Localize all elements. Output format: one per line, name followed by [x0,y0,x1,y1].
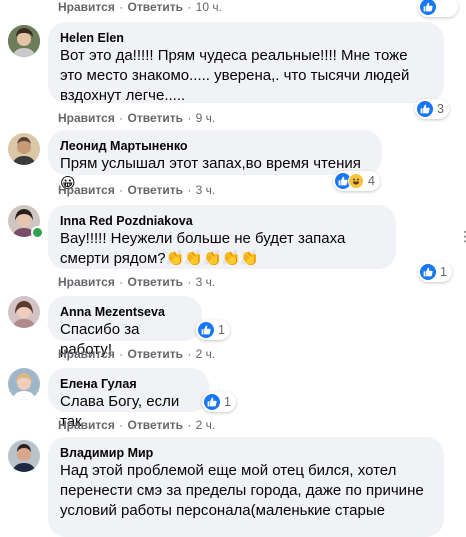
comment-author[interactable]: Helen Elen [60,30,432,46]
like-link[interactable]: Нравится [58,275,115,289]
comment-time[interactable]: 2 ч. [196,347,216,361]
reaction-count[interactable]: 1 [196,320,230,340]
comment-time[interactable]: 9 ч. [196,111,216,125]
more-options-icon[interactable]: ⋮ [458,229,466,243]
reaction-count-value: 1 [218,323,225,337]
comment-actions: Нравится · Ответить · 2 ч. [58,418,216,432]
reaction-count[interactable]: 4 [333,171,380,191]
avatar[interactable] [8,440,40,472]
comment-text: Вот это да!!!!! Прям чудеса реальные!!!!… [60,47,414,104]
comment-actions: Нравится · Ответить · 9 ч. [58,111,216,125]
like-icon [417,101,433,117]
comment-actions: Нравится · Ответить · 2 ч. [58,347,216,361]
comment-actions: Нравится · Ответить · 3 ч. [58,183,216,197]
comment-text: Вау!!!!! Неужели больше не будет запаха … [60,230,350,267]
comment-author[interactable]: Inna Red Pozdniakova [60,213,384,229]
like-icon [204,394,220,410]
reaction-count[interactable] [418,0,458,17]
reply-link[interactable]: Ответить [128,0,183,14]
reaction-count[interactable]: 1 [202,392,236,412]
reply-link[interactable]: Ответить [128,275,183,289]
comment-actions: Нравится · Ответить · 3 ч. [58,275,216,289]
comment-bubble: Елена Гулая Слава Богу, если так [48,368,209,430]
reaction-count-value: 3 [437,102,444,116]
like-link[interactable]: Нравится [58,183,115,197]
comment-bubble: Леонид Мартыненко Прям услышал этот запа… [48,130,382,192]
comment-bubble: Anna Mezentseva Спасибо за работу! [48,296,202,358]
comment-author[interactable]: Елена Гулая [60,376,197,392]
comment-author[interactable]: Леонид Мартыненко [60,138,370,154]
comment-author[interactable]: Anna Mezentseva [60,304,190,320]
comment-time[interactable]: 3 ч. [196,275,216,289]
haha-icon [348,173,364,189]
comment-actions-0: Нравится · Ответить · 10 ч. [58,0,222,14]
comment-bubble: Владимир Мир Над этой проблемой еще мой … [48,437,444,537]
comment-bubble: Inna Red Pozdniakova Вау!!!!! Неужели бо… [48,205,396,269]
avatar[interactable] [8,133,40,165]
comment-text: Над этой проблемой еще мой отец бился, х… [60,462,428,519]
reply-link[interactable]: Ответить [128,111,183,125]
reaction-count-value: 1 [224,395,231,409]
reply-link[interactable]: Ответить [128,418,183,432]
comment-time[interactable]: 3 ч. [196,183,216,197]
reply-link[interactable]: Ответить [128,183,183,197]
online-status-icon [31,226,44,239]
like-icon [420,0,436,15]
reaction-count-value: 4 [368,174,375,188]
like-link[interactable]: Нравится [58,347,115,361]
reaction-count[interactable]: 3 [415,99,449,119]
reply-link[interactable]: Ответить [128,347,183,361]
comment-bubble: Helen Elen Вот это да!!!!! Прям чудеса р… [48,22,444,104]
like-icon [420,264,436,280]
avatar[interactable] [8,368,40,400]
avatar[interactable] [8,25,40,57]
reaction-count-value: 1 [440,265,447,279]
reaction-count[interactable]: 1 [418,262,452,282]
like-link[interactable]: Нравится [58,418,115,432]
like-link[interactable]: Нравится [58,0,115,14]
like-icon [198,322,214,338]
comment-time[interactable]: 10 ч. [196,0,222,14]
comment-time[interactable]: 2 ч. [196,418,216,432]
comment-author[interactable]: Владимир Мир [60,445,432,461]
avatar[interactable] [8,296,40,328]
like-link[interactable]: Нравится [58,111,115,125]
